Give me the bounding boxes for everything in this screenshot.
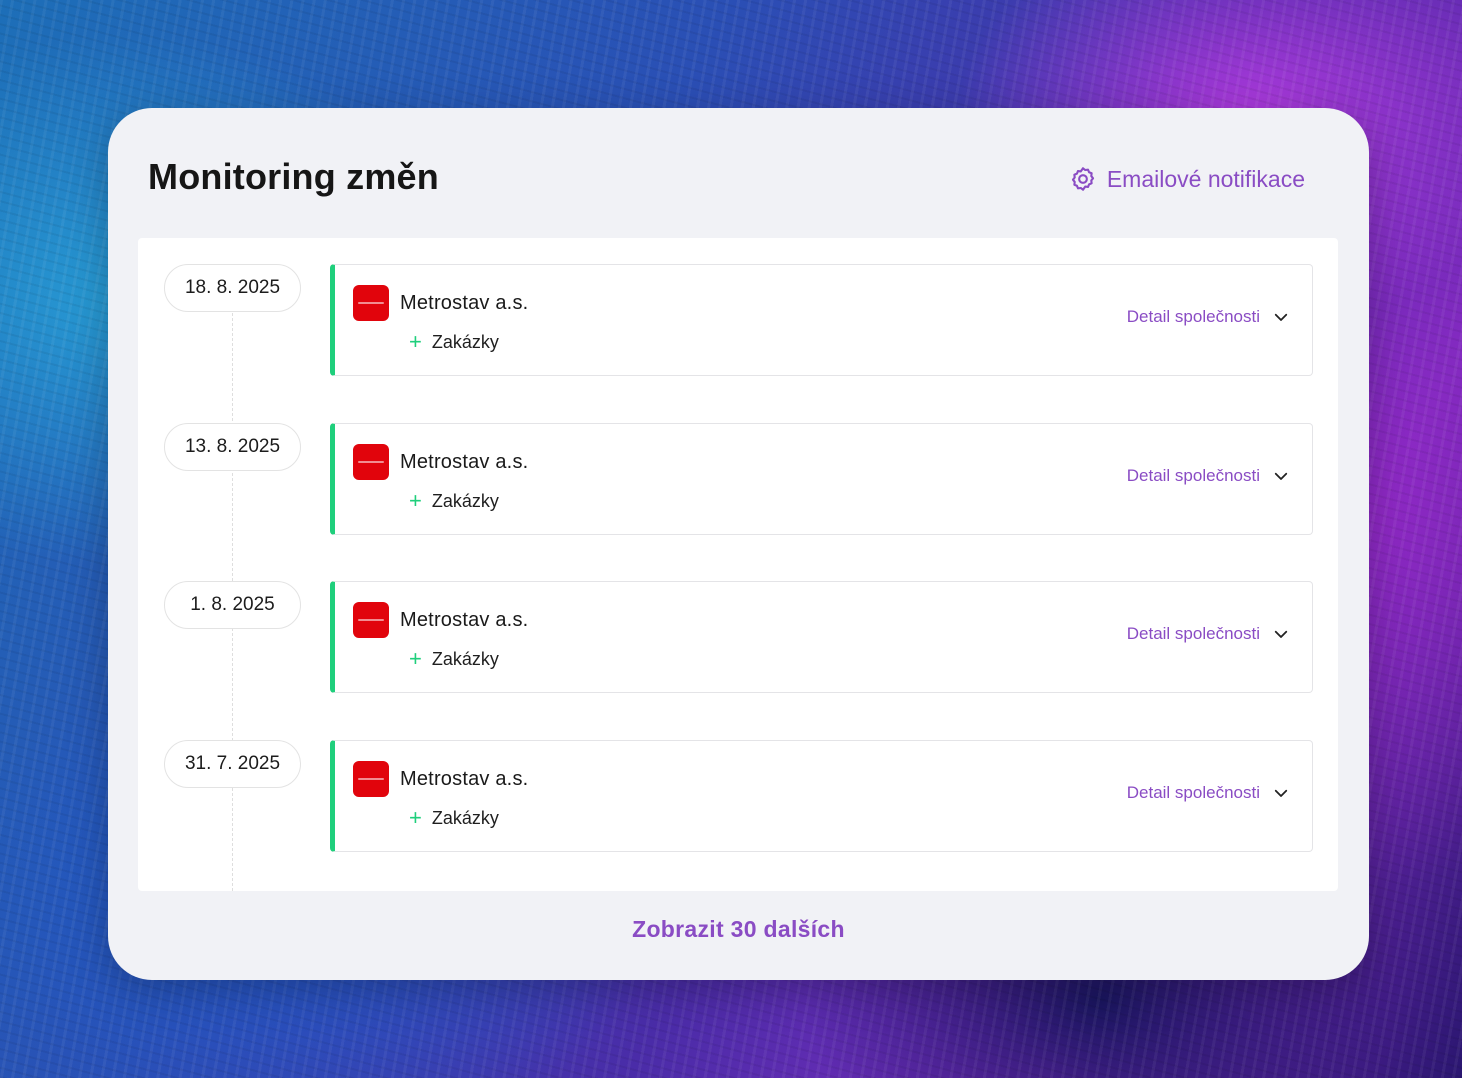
timeline-row: 1. 8. 2025 Metrostav a.s. + Zakázky Deta… (138, 581, 1338, 693)
change-type: + Zakázky (409, 490, 499, 512)
gear-icon (1071, 167, 1094, 191)
company-detail-label: Detail společnosti (1126, 466, 1260, 485)
company-logo (353, 444, 389, 480)
company-logo (353, 602, 389, 638)
timeline-row: 18. 8. 2025 Metrostav a.s. + Zakázky Det… (138, 264, 1338, 376)
change-entry: Metrostav a.s. + Zakázky Detail společno… (330, 264, 1313, 376)
chevron-down-icon (1274, 472, 1288, 480)
email-notifications-label: Emailové notifikace (1106, 165, 1305, 192)
company-detail-label: Detail společnosti (1126, 624, 1260, 643)
company-detail-toggle[interactable]: Detail společnosti (1127, 307, 1290, 327)
change-entry: Metrostav a.s. + Zakázky Detail společno… (330, 423, 1313, 535)
plus-icon: + (409, 488, 422, 513)
company-detail-label: Detail společnosti (1126, 307, 1260, 326)
timeline-row: 13. 8. 2025 Metrostav a.s. + Zakázky Det… (138, 423, 1338, 535)
change-label: Zakázky (431, 807, 499, 828)
company-logo (353, 761, 389, 797)
change-entry: Metrostav a.s. + Zakázky Detail společno… (330, 740, 1313, 852)
chevron-down-icon (1274, 789, 1288, 797)
company-detail-toggle[interactable]: Detail společnosti (1127, 783, 1290, 803)
show-more-button[interactable]: Zobrazit 30 dalších (108, 916, 1369, 943)
plus-icon: + (409, 329, 422, 354)
changes-timeline: 18. 8. 2025 Metrostav a.s. + Zakázky Det… (138, 238, 1338, 891)
change-type: + Zakázky (409, 331, 499, 353)
date-badge: 13. 8. 2025 (164, 423, 301, 471)
change-label: Zakázky (431, 648, 499, 669)
date-badge: 31. 7. 2025 (164, 740, 301, 788)
plus-icon: + (409, 646, 422, 671)
company-name: Metrostav a.s. (400, 609, 529, 631)
change-label: Zakázky (431, 490, 499, 511)
company-logo (353, 285, 389, 321)
monitoring-card: Monitoring změn Emailové notifikace 18. … (108, 108, 1369, 980)
chevron-down-icon (1274, 630, 1288, 638)
change-entry: Metrostav a.s. + Zakázky Detail společno… (330, 581, 1313, 693)
chevron-down-icon (1274, 313, 1288, 321)
plus-icon: + (409, 805, 422, 830)
email-notifications-link[interactable]: Emailové notifikace (1069, 165, 1305, 193)
company-detail-toggle[interactable]: Detail společnosti (1127, 624, 1290, 644)
card-header: Monitoring změn Emailové notifikace (148, 156, 1305, 198)
company-detail-toggle[interactable]: Detail společnosti (1127, 466, 1290, 486)
timeline-row: 31. 7. 2025 Metrostav a.s. + Zakázky Det… (138, 740, 1338, 852)
company-name: Metrostav a.s. (400, 768, 529, 790)
company-name: Metrostav a.s. (400, 451, 529, 473)
date-badge: 18. 8. 2025 (164, 264, 301, 312)
date-badge: 1. 8. 2025 (164, 581, 301, 629)
change-label: Zakázky (431, 331, 499, 352)
change-type: + Zakázky (409, 648, 499, 670)
page-title: Monitoring změn (148, 156, 439, 197)
change-type: + Zakázky (409, 807, 499, 829)
company-name: Metrostav a.s. (400, 292, 529, 314)
company-detail-label: Detail společnosti (1126, 783, 1260, 802)
